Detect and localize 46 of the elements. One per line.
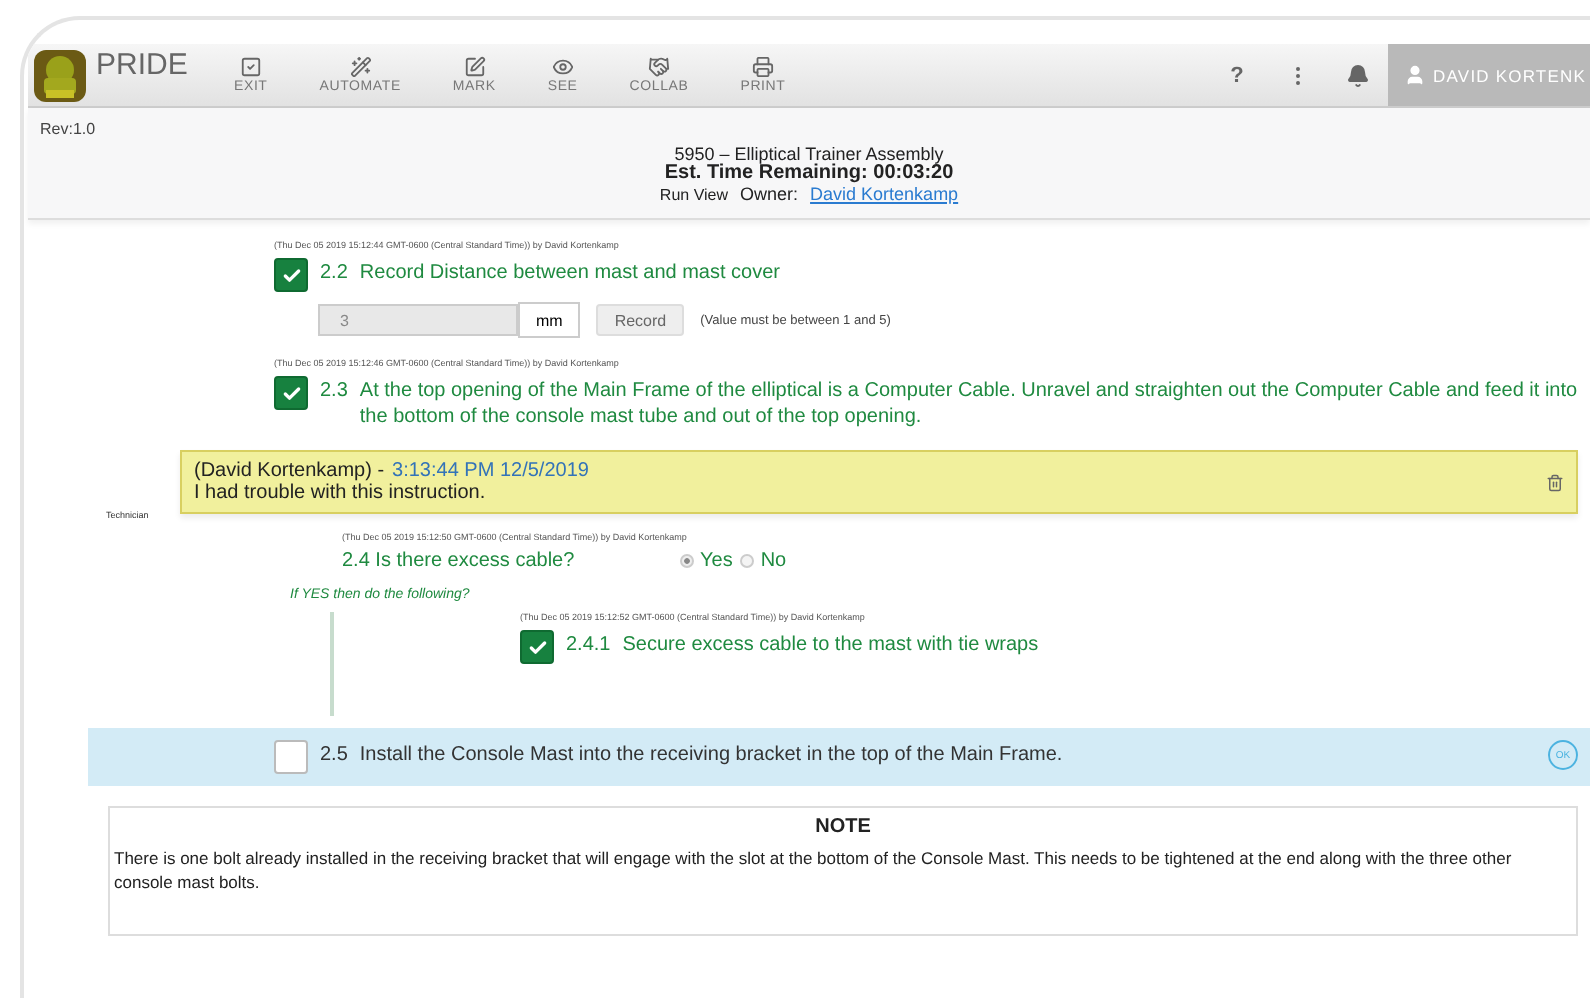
radio-button[interactable] xyxy=(740,554,755,568)
printer-icon xyxy=(751,56,774,78)
pen-icon xyxy=(463,56,486,78)
handshake-icon xyxy=(648,56,670,78)
step-checkbox[interactable] xyxy=(520,630,554,664)
comment-author: (David Kortenkamp) - xyxy=(194,460,385,482)
bell-icon xyxy=(1345,63,1370,87)
checkmark-icon xyxy=(281,265,301,285)
measurement-field[interactable]: 3 xyxy=(318,304,518,336)
step-text: Secure excess cable to the mast with tie wraps xyxy=(622,632,1041,658)
user-menu-button[interactable]: DAVID KORTENK xyxy=(1387,44,1590,106)
step-checkbox[interactable] xyxy=(274,258,308,292)
unit-label: mm xyxy=(518,302,581,338)
checkbox-icon xyxy=(239,56,262,78)
eye-icon xyxy=(551,56,574,78)
note-title: NOTE xyxy=(813,816,873,838)
checkmark-icon xyxy=(281,383,301,403)
step-text: Install the Console Mast into the receiving bracket in the top of the Main Frame. xyxy=(359,742,1065,768)
step-text: Record Distance between mast and mast cover xyxy=(359,260,783,286)
step-text: At the top opening of the Main Frame of the elliptical is a Computer Cable. Unravel and straighten out the Computer Cable and feed it into the bottom of the console mast tube and out of the top opening. xyxy=(359,378,1580,430)
owner-label: Owner: xyxy=(740,184,799,204)
checkmark-icon xyxy=(527,637,547,657)
step-number: 2.4.1 xyxy=(566,634,611,656)
view-label: Run View xyxy=(659,186,729,206)
user-icon xyxy=(1403,64,1426,86)
record-button[interactable]: Record xyxy=(596,304,685,336)
note-text: There is one bolt already installed in the receiving bracket that will engage with the slot at the bottom of the Console Mast. This needs to be tightened at the end along with the three other console mast bolts. xyxy=(114,846,1514,894)
help-button[interactable]: ? xyxy=(1207,44,1268,106)
time-remaining: Est. Time Remaining: 00:03:20 xyxy=(664,164,954,184)
question-text: 2.4 Is there excess cable? xyxy=(342,550,577,572)
comment-time: 3:13:44 PM 12/5/2019 xyxy=(392,460,589,482)
radio-label: Yes xyxy=(700,550,733,572)
comment-text: I had trouble with this instruction. xyxy=(194,482,488,504)
owner-link[interactable]: David Kortenkamp xyxy=(810,184,959,204)
wand-icon xyxy=(349,56,372,78)
step-number: 2.5 xyxy=(320,744,348,766)
step-number: 2.2 xyxy=(320,262,348,284)
radio-button[interactable] xyxy=(680,554,694,568)
step-checkbox[interactable] xyxy=(274,740,308,774)
revision-label: Rev:1.0 xyxy=(38,118,96,138)
procedure-title: 5950 – Elliptical Trainer Assembly xyxy=(674,144,944,164)
trash-icon[interactable] xyxy=(1546,473,1564,491)
step-checkbox[interactable] xyxy=(274,376,308,410)
radio-label: No xyxy=(760,550,787,572)
step-number: 2.3 xyxy=(320,380,348,402)
app-name: PRIDE xyxy=(96,48,188,82)
